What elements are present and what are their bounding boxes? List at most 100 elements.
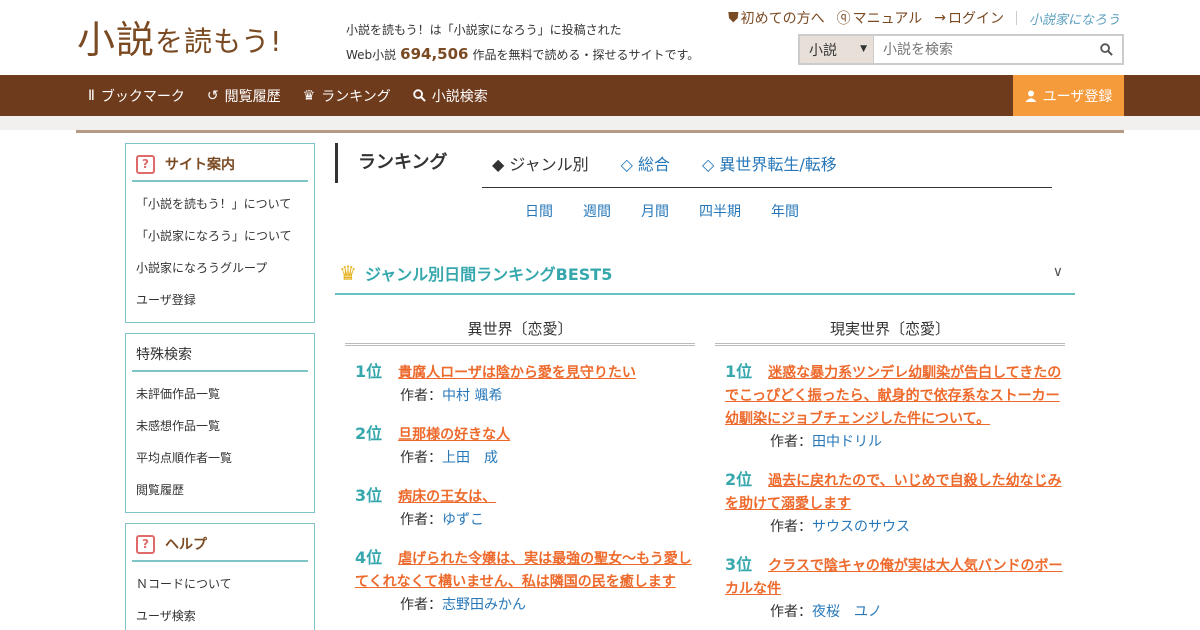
period-weekly[interactable]: 週間 [583,201,611,221]
nav-search[interactable]: 小説検索 [413,86,488,106]
search-icon [1099,43,1113,56]
manual-label: マニュアル [852,11,923,27]
login-label: ログイン [947,11,1004,27]
chevron-down-icon[interactable]: ∨ [1053,264,1063,280]
rank-number: 3位 [355,486,383,505]
author-label: 作者： [770,604,812,620]
author-label: 作者： [400,388,442,404]
search-input[interactable] [874,36,1090,63]
tagline-suffix: 作品を無料で読める・探せるサイトです。 [472,48,700,62]
sidebar-item-history[interactable]: 閲覧履歴 [136,474,304,506]
main-nav: Ⅱ ブックマーク ↺ 閲覧履歴 ♛ ランキング 小説検索 ユーザ登録 [0,75,1200,116]
question-icon: ? [136,154,155,174]
author-link[interactable]: 夜桜 ユノ [812,604,882,620]
search-icon [413,89,426,102]
sidebar-item-unrated[interactable]: 未評価作品一覧 [136,378,304,410]
author-line: 作者：田中ドリル [725,431,1065,454]
nav-history[interactable]: ↺ 閲覧履歴 [207,86,281,106]
sidebar-item-about-narou[interactable]: 「小説家になろう」について [136,220,304,252]
work-title-link[interactable]: 虐げられた令嬢は、実は最強の聖女～もう愛してくれなくて構いません、私は隣国の民を… [355,551,692,590]
work-title-link[interactable]: 貴腐人ローザは陰から愛を見守りたい [398,365,636,381]
ranking-tabs: ◆ ジャンル別 ◇ 総合 ◇ 異世界転生/転移 [482,151,837,175]
ranking-entry: 2位 過去に戻れたので、いじめで自殺した幼なじみを助けて溺愛します 作者：サウスの… [715,468,1065,539]
author-link[interactable]: ゆずこ [442,512,484,528]
work-title-link[interactable]: 迷惑な暴力系ツンデレ幼馴染が告白してきたのでこっぴどく振ったら、献身的で依存系な… [725,365,1061,427]
rank-number: 1位 [725,362,753,381]
sidebar-item-about-yomou[interactable]: 「小説を読もう！」について [136,188,304,220]
author-label: 作者： [770,434,812,450]
divider [1015,11,1017,25]
rank-number: 2位 [725,470,753,489]
beginner-link[interactable]: ⛊ 初めての方へ [728,8,825,28]
sidebar-item-user-search[interactable]: ユーザ検索 [136,600,304,630]
search-type-value: 小説 [809,42,837,59]
question-icon: ? [136,534,155,554]
logo-main: 小説 [77,18,156,62]
ranking-entry: 3位 病床の王女は、 作者：ゆずこ [345,484,695,532]
ranking-entry: 2位 旦那様の好きな人 作者：上田 成 [345,422,695,470]
rank-number: 1位 [355,362,383,381]
period-yearly[interactable]: 年間 [771,201,799,221]
sidebar-item-ncode[interactable]: Ｎコードについて [136,568,304,600]
nav-history-label: 閲覧履歴 [224,88,281,105]
user-icon [1025,90,1037,102]
author-label: 作者： [400,597,442,613]
search-type-select[interactable]: 小説 ▼ [800,36,874,63]
best5-title: ジャンル別日間ランキングBEST5 [364,265,613,284]
author-link[interactable]: サウスのサウス [812,519,910,535]
work-title-link[interactable]: クラスで陰キャの俺が実は大人気バンドのボーカルな件 [725,558,1063,597]
sidebar-item-avg-score[interactable]: 平均点順作者一覧 [136,442,304,474]
work-title-link[interactable]: 病床の王女は、 [398,489,496,505]
sidebar-item-no-review[interactable]: 未感想作品一覧 [136,410,304,442]
search-button[interactable] [1090,36,1122,63]
author-line: 作者：夜桜 ユノ [725,601,1065,624]
site-guide-heading: ? サイト案内 [132,144,308,182]
author-link[interactable]: 田中ドリル [812,434,882,450]
manual-link[interactable]: ⓠ マニュアル [837,8,923,28]
author-link[interactable]: 上田 成 [442,450,498,466]
nav-bookmark[interactable]: Ⅱ ブックマーク [88,86,185,106]
site-logo[interactable]: 小説 を読もう! [77,14,282,62]
tab-overall[interactable]: ◇ 総合 [621,151,670,175]
logo-rest: を読もう! [155,25,283,58]
register-button[interactable]: ユーザ登録 [1013,75,1124,116]
ranking-header: ランキング ◆ ジャンル別 ◇ 総合 ◇ 異世界転生/転移 [335,143,1075,183]
nav-bookmark-label: ブックマーク [100,88,185,105]
site-header: 小説 を読もう! 小説を読もう！は「小説家になろう」に投稿された Web小説 69… [0,0,1200,75]
ranking-entry: 1位 貴腐人ローザは陰から愛を見守りたい 作者：中村 颯希 [345,360,695,408]
crown-icon: ♛ [302,87,316,104]
nav-ranking[interactable]: ♛ ランキング [303,86,391,106]
login-icon: → [934,10,946,26]
sidebar: ? サイト案内 「小説を読もう！」について 「小説家になろう」について 小説家にな… [125,143,315,630]
sidebar-item-narou-group[interactable]: 小説家になろうグループ [136,252,304,284]
tab-isekai[interactable]: ◇ 異世界転生/転移 [702,151,837,175]
period-daily[interactable]: 日間 [525,201,553,221]
genre-column-left: 異世界〔恋愛〕 1位 貴腐人ローザは陰から愛を見守りたい 作者：中村 颯希 2位旦… [345,318,695,617]
author-label: 作者： [400,512,442,528]
caret-down-icon: ▼ [860,44,867,54]
work-title-link[interactable]: 過去に戻れたので、いじめで自殺した幼なじみを助けて溺愛します [725,473,1062,512]
login-link[interactable]: → ログイン [934,8,1004,28]
tagline-line2: Web小説 694,506 作品を無料で読める・探せるサイトです。 [346,42,699,67]
shield-icon: ⛊ [728,10,739,26]
author-line: 作者：中村 颯希 [355,385,695,408]
tabs-underline [482,187,1052,188]
genre-heading: 異世界〔恋愛〕 [345,318,695,346]
narou-logo[interactable]: 小説家になろう [1029,9,1120,28]
rank-number: 2位 [355,424,383,443]
best5-heading[interactable]: ♛ ジャンル別日間ランキングBEST5 ∨ [335,253,1075,295]
history-icon: ↺ [206,87,219,104]
author-link[interactable]: 志野田みかん [442,597,526,613]
nav-ranking-label: ランキング [321,88,391,105]
ranking-content: ランキング ◆ ジャンル別 ◇ 総合 ◇ 異世界転生/転移 日間 週間 月間 四… [335,143,1075,620]
ranking-entry: 4位 虐げられた令嬢は、実は最強の聖女～もう愛してくれなくて構いません、私は隣国の… [345,546,695,617]
nav-search-label: 小説検索 [431,88,488,105]
special-search-heading: 特殊検索 [132,334,308,372]
tab-genre[interactable]: ◆ ジャンル別 [492,151,589,175]
period-monthly[interactable]: 月間 [641,201,669,221]
work-title-link[interactable]: 旦那様の好きな人 [398,427,510,443]
period-quarterly[interactable]: 四半期 [699,201,741,221]
search-bar: 小説 ▼ [798,34,1124,65]
author-link[interactable]: 中村 颯希 [442,388,502,404]
sidebar-item-register[interactable]: ユーザ登録 [136,284,304,316]
